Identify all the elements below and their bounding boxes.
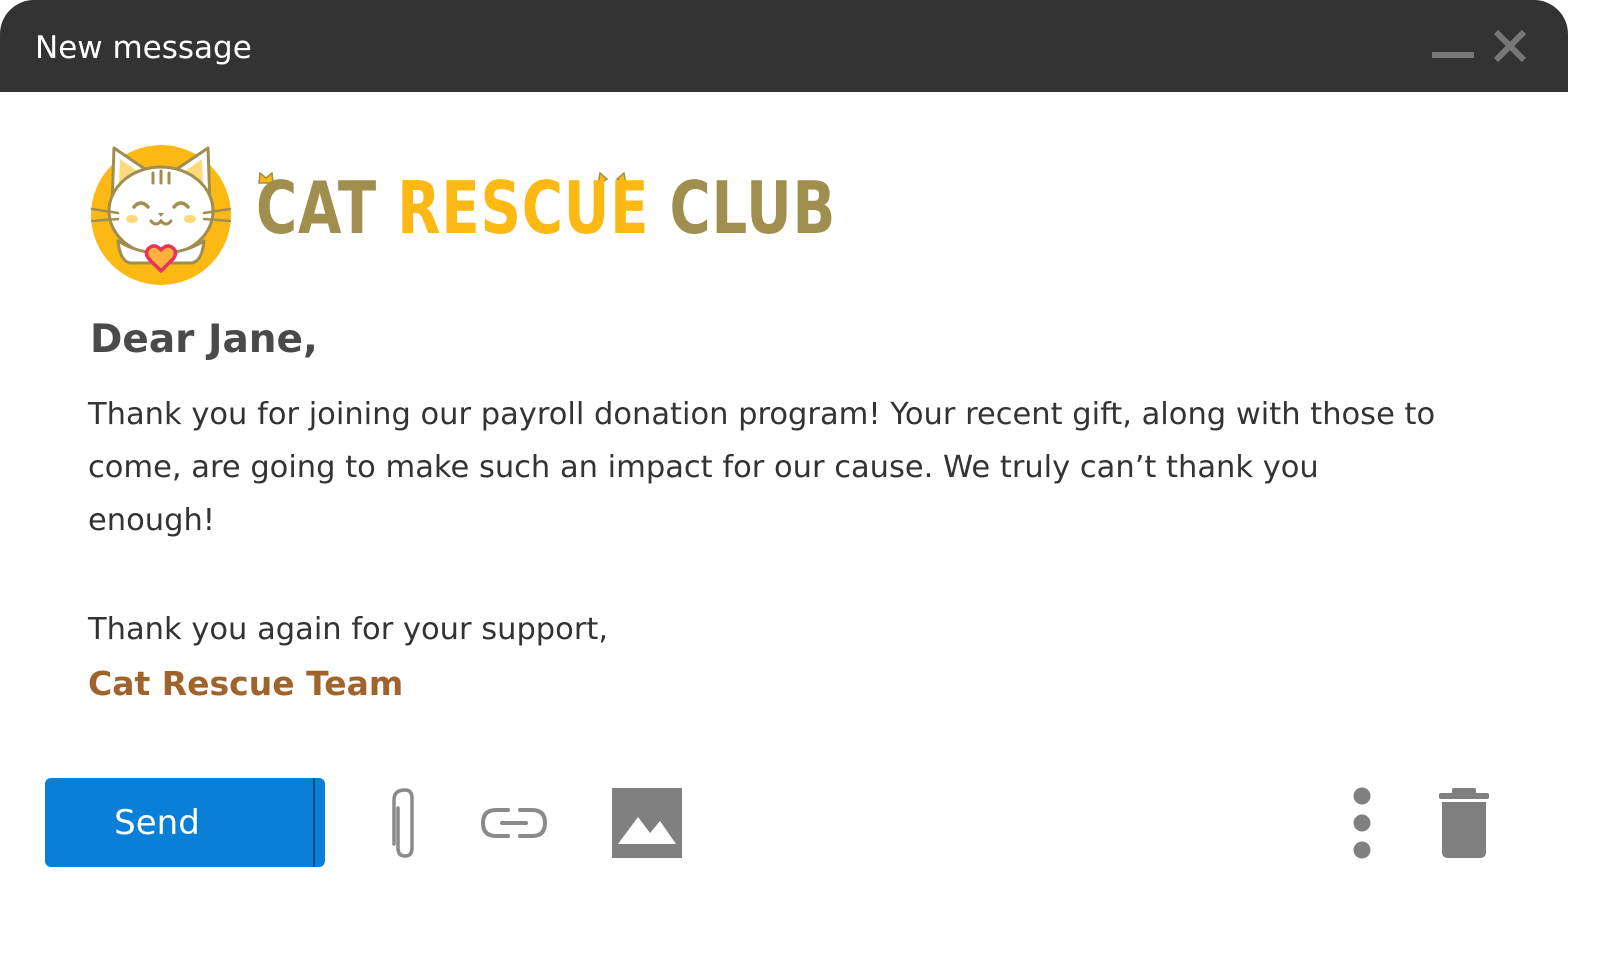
brand-name-cat: CAT	[256, 166, 398, 250]
send-options-button[interactable]	[315, 778, 325, 867]
brand-name: CAT RESCUE CLUB	[256, 168, 836, 248]
cat-logo-icon	[90, 145, 232, 285]
closing-line[interactable]: Thank you again for your support,	[88, 603, 608, 656]
compose-window: New message CAT RESCUE CLUB Dear Jane, T…	[0, 0, 1568, 954]
signature[interactable]: Cat Rescue Team	[88, 658, 403, 710]
close-button[interactable]	[1490, 26, 1530, 66]
window-title: New message	[35, 30, 252, 66]
delete-draft-button[interactable]	[1436, 786, 1492, 860]
send-button-group: Send	[45, 778, 325, 867]
insert-image-button[interactable]	[611, 787, 683, 859]
minimize-icon	[1432, 52, 1474, 58]
attach-file-button[interactable]	[388, 786, 422, 860]
greeting: Dear Jane,	[90, 317, 318, 362]
trash-icon	[1439, 788, 1489, 858]
minimize-button[interactable]	[1432, 52, 1474, 60]
link-icon	[480, 808, 548, 838]
paperclip-icon	[392, 788, 414, 858]
brand-name-rescue: RESCUE	[397, 166, 670, 250]
send-button[interactable]: Send	[45, 778, 269, 867]
image-icon	[612, 788, 682, 858]
more-options-button[interactable]	[1345, 786, 1379, 860]
more-vertical-icon	[1353, 787, 1371, 859]
title-bar: New message	[0, 0, 1568, 92]
close-icon	[1493, 29, 1527, 63]
message-body[interactable]: Thank you for joining our payroll donati…	[88, 388, 1448, 547]
brand-name-club: CLUB	[669, 166, 837, 250]
insert-link-button[interactable]	[480, 804, 548, 842]
